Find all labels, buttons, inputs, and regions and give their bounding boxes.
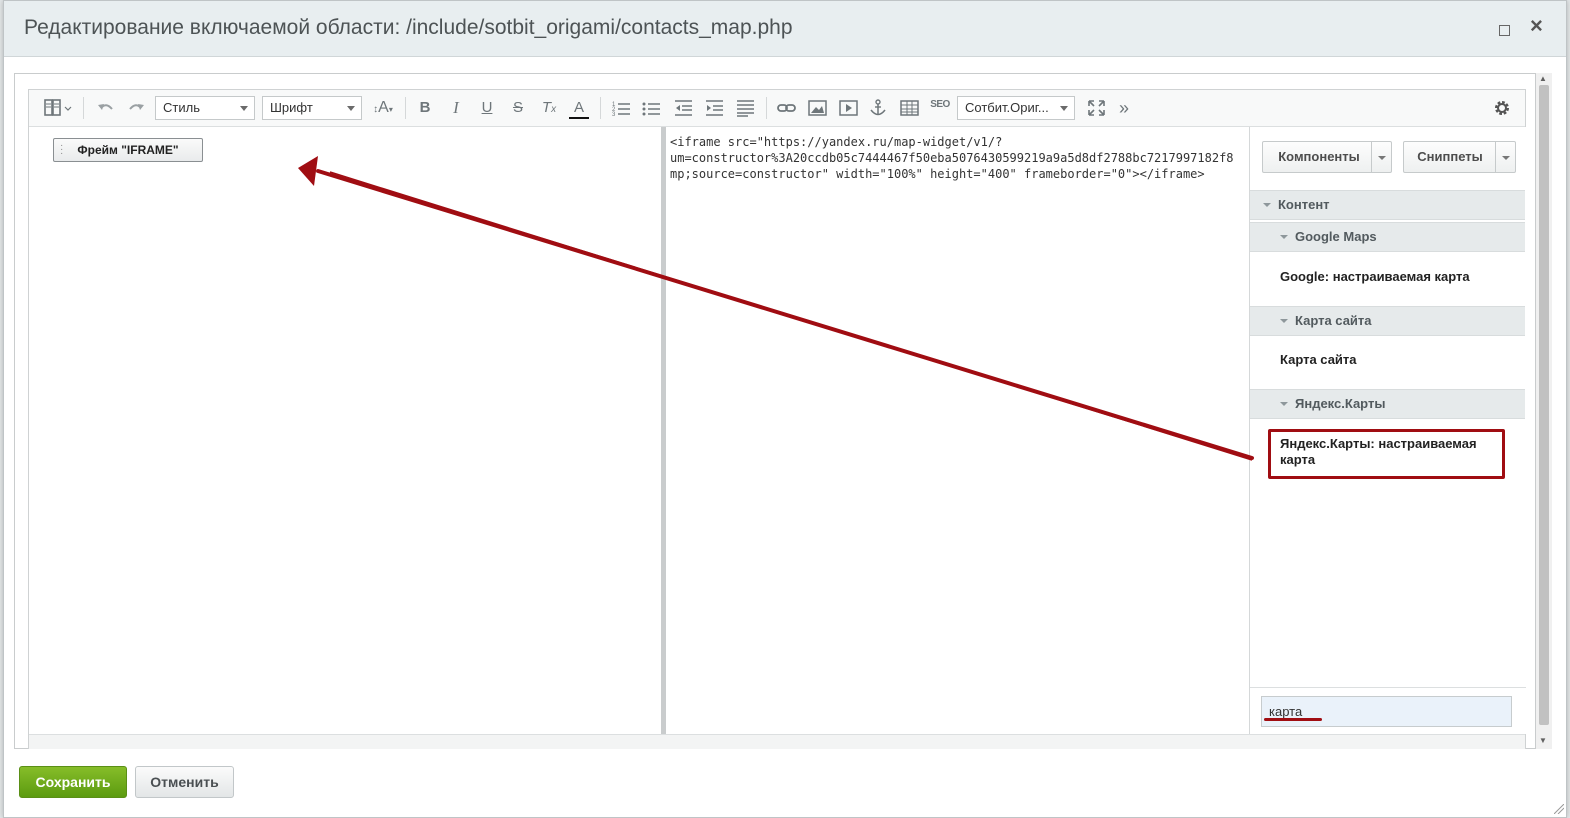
chevron-down-icon[interactable] xyxy=(1495,142,1515,172)
seo-icon[interactable]: SEO xyxy=(928,98,952,118)
gear-icon[interactable] xyxy=(1491,98,1513,118)
font-size-icon[interactable]: ↕A▾ xyxy=(369,98,397,118)
component-sitemap[interactable]: Карта сайта xyxy=(1280,352,1510,368)
link-icon[interactable] xyxy=(776,98,798,118)
svg-text:3: 3 xyxy=(612,112,616,118)
chevron-down-icon xyxy=(1280,235,1288,239)
align-icon[interactable] xyxy=(735,98,757,118)
style-select[interactable]: Стиль xyxy=(155,96,255,120)
resize-grip-icon[interactable] xyxy=(1554,804,1564,814)
dialog-scrollbar[interactable]: ▲ ▼ xyxy=(1536,73,1552,749)
bullet-list-icon[interactable] xyxy=(641,98,663,118)
redo-icon[interactable] xyxy=(125,98,147,118)
components-button[interactable]: Компоненты xyxy=(1262,141,1392,173)
view-mode-icon[interactable] xyxy=(43,98,73,118)
style-select-value: Стиль xyxy=(163,100,200,115)
section-yandex-maps[interactable]: Яндекс.Карты xyxy=(1250,389,1525,419)
scrollbar-thumb[interactable] xyxy=(1539,85,1549,725)
chevron-down-icon xyxy=(1263,203,1271,207)
code-area[interactable]: <iframe src="https://yandex.ru/map-widge… xyxy=(666,127,1249,734)
outdent-icon[interactable] xyxy=(673,98,695,118)
editor-toolbar: Стиль Шрифт ↕A▾ B I U S Tx A 123 SEO Сот… xyxy=(29,90,1525,127)
component-yandex-map[interactable]: Яндекс.Карты: настраиваемая карта xyxy=(1280,436,1502,468)
video-icon[interactable] xyxy=(838,98,860,118)
snippets-button-label: Сниппеты xyxy=(1417,149,1483,164)
font-select-value: Шрифт xyxy=(270,100,313,115)
table-icon[interactable] xyxy=(899,98,921,118)
ordered-list-icon[interactable]: 123 xyxy=(611,98,633,118)
anchor-icon[interactable] xyxy=(867,98,889,118)
font-select[interactable]: Шрифт xyxy=(262,96,362,120)
component-search xyxy=(1250,687,1526,734)
chevron-down-icon xyxy=(240,106,248,111)
components-sidebar: Компоненты Сниппеты Контент Google Maps … xyxy=(1250,127,1526,734)
maximize-icon[interactable] xyxy=(1499,25,1510,36)
dialog-title: Редактирование включаемой области: /incl… xyxy=(24,16,793,39)
close-icon[interactable]: × xyxy=(1530,15,1543,37)
components-button-label: Компоненты xyxy=(1278,149,1360,164)
editor-status-strip xyxy=(29,734,1525,749)
save-button[interactable]: Сохранить xyxy=(19,766,127,798)
code-line: um=constructor%3A20ccdb05c7444467f50eba5… xyxy=(670,151,1234,165)
italic-icon[interactable]: I xyxy=(446,98,466,118)
component-google-map[interactable]: Google: настраиваемая карта xyxy=(1280,269,1510,285)
section-sitemap[interactable]: Карта сайта xyxy=(1250,306,1525,336)
fullscreen-icon[interactable] xyxy=(1086,98,1108,118)
image-icon[interactable] xyxy=(807,98,829,118)
chevron-down-icon xyxy=(347,106,355,111)
clear-format-icon[interactable]: Tx xyxy=(538,98,560,118)
iframe-placeholder-label: Фрейм "IFRAME" xyxy=(77,143,179,157)
chevron-down-icon xyxy=(1280,402,1288,406)
template-select-value: Сотбит.Ориг... xyxy=(965,100,1049,115)
chevron-down-icon xyxy=(1280,319,1288,323)
bold-icon[interactable]: B xyxy=(415,98,435,118)
more-icon[interactable]: » xyxy=(1115,98,1133,118)
iframe-placeholder[interactable]: · · · Фрейм "IFRAME" xyxy=(53,138,203,162)
cancel-button[interactable]: Отменить xyxy=(135,766,234,798)
code-line: mp;source=constructor" width="100%" heig… xyxy=(670,167,1205,181)
strikethrough-icon[interactable]: S xyxy=(508,98,528,118)
scroll-down-icon[interactable]: ▼ xyxy=(1539,736,1547,745)
chevron-down-icon[interactable] xyxy=(1371,142,1391,172)
underline-icon[interactable]: U xyxy=(477,98,497,118)
snippets-button[interactable]: Сниппеты xyxy=(1403,141,1516,173)
drag-handle-icon[interactable]: · · · xyxy=(60,141,63,159)
scroll-up-icon[interactable]: ▲ xyxy=(1539,74,1547,83)
search-underline-mark xyxy=(1264,718,1322,721)
code-line: <iframe src="https://yandex.ru/map-widge… xyxy=(670,135,1003,149)
html-editor: Стиль Шрифт ↕A▾ B I U S Tx A 123 SEO Сот… xyxy=(28,89,1526,749)
dialog-titlebar[interactable]: Редактирование включаемой области: /incl… xyxy=(4,1,1566,57)
chevron-down-icon xyxy=(1060,106,1068,111)
component-search-input[interactable] xyxy=(1261,696,1512,727)
template-select[interactable]: Сотбит.Ориг... xyxy=(957,96,1075,120)
indent-icon[interactable] xyxy=(704,98,726,118)
wysiwyg-area[interactable]: · · · Фрейм "IFRAME" xyxy=(29,127,661,734)
undo-icon[interactable] xyxy=(95,98,117,118)
font-color-icon[interactable]: A xyxy=(569,98,589,119)
section-google-maps[interactable]: Google Maps xyxy=(1250,222,1525,252)
section-content[interactable]: Контент xyxy=(1250,190,1525,220)
